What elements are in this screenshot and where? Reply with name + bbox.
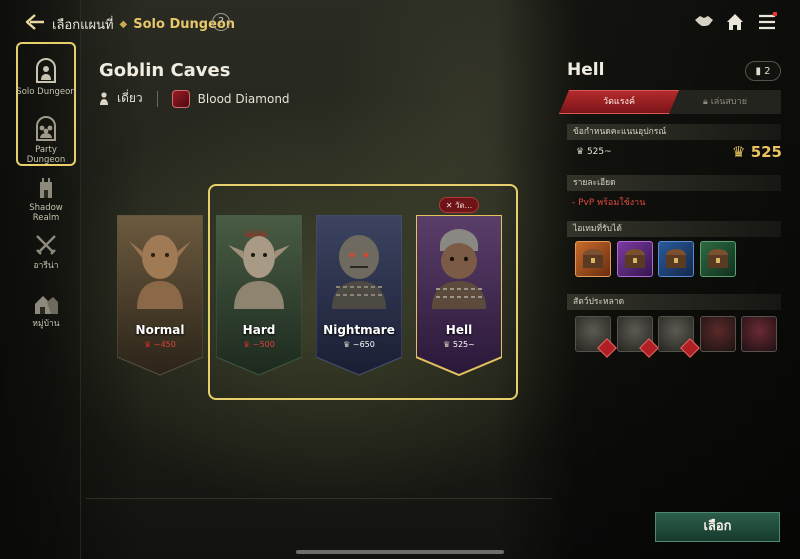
sidebar-item-label: Solo Dungeon [16,87,76,97]
difficulty-requirement: ♛ ~650 [316,340,402,349]
breadcrumb: เลือกแผนที่ ◆ Solo Dungeon [52,14,235,35]
sidebar-item-party-dungeon[interactable]: Party Dungeon [16,116,76,165]
difficulty-card-nightmare[interactable]: Nightmare ♛ ~650 [316,215,402,377]
sidebar-item-label: หมู่บ้าน [32,319,60,329]
entry-count: 2 [764,66,771,77]
difficulty-card-hell[interactable]: Hell ♛ 525~ [416,215,502,377]
sidebar-item-label: Party Dungeon [26,145,66,165]
monster-portrait[interactable] [575,316,617,358]
monster-portrait[interactable] [741,316,777,352]
diamond-separator-icon: ◆ [119,19,128,30]
pvp-note: - PvP พร้อมใช้งาน [572,198,646,208]
loot-item[interactable] [700,241,736,277]
detail-title: Hell [567,60,605,80]
crown-icon: ♛ [443,340,451,349]
help-button[interactable]: ? [212,13,230,31]
crown-icon: ♛ [243,340,251,349]
hard-goblin-portrait [228,228,290,309]
village-icon [35,296,58,314]
blood-diamond-icon [171,89,190,108]
gear-score-value: 525 [750,143,782,161]
crown-icon: ♛ [732,143,746,161]
crown-icon: ♛ [576,147,585,157]
monster-portrait[interactable] [658,316,700,358]
hell-orc-portrait [432,229,486,309]
player-icon [100,91,108,105]
back-arrow-icon[interactable] [24,12,46,32]
treasure-chest-icon [666,249,686,268]
loot-item[interactable] [575,241,611,277]
gear-score-header: ข้อกำหนดคะแนนอุปกรณ์ [567,124,781,140]
crossed-swords-icon [36,235,56,255]
requirement-value: ~450 [153,340,176,349]
crown-icon: ♛ [144,340,152,349]
tab-casual[interactable]: 🔒︎ เล่นสบาย [669,90,781,114]
monster-portrait[interactable] [617,316,659,358]
loot-header: ไอเทมที่รับได้ [567,221,781,237]
home-icon[interactable] [725,12,745,32]
breadcrumb-root[interactable]: เลือกแผนที่ [52,14,114,35]
entry-count-badge: ▮ 2 [745,61,781,81]
ticket-icon: ▮ [755,66,761,77]
difficulty-name: Normal [135,323,185,337]
lock-icon: 🔒︎ [703,97,708,107]
treasure-chest-icon [708,249,728,268]
sidebar-item-label: อารีน่า [33,261,59,271]
difficulty-card-hard[interactable]: Hard ♛ ~500 [216,215,302,377]
tab-ranked[interactable]: วัดแรงค์ [559,90,679,114]
party-dungeon-icon [36,116,56,141]
normal-goblin-portrait [129,235,191,309]
requirement-value: ~500 [252,340,275,349]
dungeon-title: Goblin Caves [99,60,231,81]
tower-icon [40,178,52,198]
loot-item[interactable] [617,241,653,277]
difficulty-card-normal[interactable]: Normal ♛ ~450 [117,215,203,377]
monster-portrait[interactable] [700,316,736,352]
sidebar-item-arena[interactable]: อารีน่า [16,232,76,271]
treasure-chest-icon [625,249,645,268]
sidebar-item-village[interactable]: หมู่บ้าน [16,290,76,329]
requirement-value: ~650 [352,340,375,349]
gear-requirement: ♛ 525~ [576,147,612,157]
difficulty-requirement: ♛ ~450 [117,340,203,349]
mode-tabs: 🔒︎ เล่นสบาย วัดแรงค์ [559,90,781,114]
home-indicator[interactable] [296,550,504,554]
select-button[interactable]: เลือก [655,512,780,542]
handshake-icon[interactable] [694,12,714,32]
treasure-chest-icon [583,249,603,268]
gear-requirement-value: 525~ [586,147,612,157]
requirement-value: 525~ [452,340,475,349]
monsters-header: สัตว์ประหลาด [567,294,781,310]
meta-divider [156,90,158,107]
difficulty-name: Nightmare [323,323,395,337]
difficulty-name: Hell [445,323,473,337]
dungeon-reward: Blood Diamond [197,91,290,106]
difficulty-requirement: ♛ 525~ [416,340,502,349]
tab-label: เล่นสบาย [710,97,747,107]
crown-icon: ♛ [343,340,351,349]
loot-item[interactable] [658,241,694,277]
difficulty-name: Hard [242,323,276,337]
sidebar-item-label: Shadow Realm [29,203,63,223]
difficulty-requirement: ♛ ~500 [216,340,302,349]
menu-icon[interactable] [757,12,777,32]
nightmare-orc-portrait [332,235,386,309]
divider [86,498,552,499]
ranked-tag: ✕ วัด... [439,197,479,213]
dungeon-mode: เดี่ยว [117,91,143,105]
dungeon-meta: เดี่ยว Blood Diamond [99,89,290,108]
details-header: รายละเอียด [567,175,781,191]
sidebar-item-solo-dungeon[interactable]: Solo Dungeon [16,58,76,97]
solo-dungeon-icon [36,58,56,83]
sidebar-item-shadow-realm[interactable]: Shadow Realm [16,174,76,223]
gear-score-current: ♛ 525 [732,143,782,161]
